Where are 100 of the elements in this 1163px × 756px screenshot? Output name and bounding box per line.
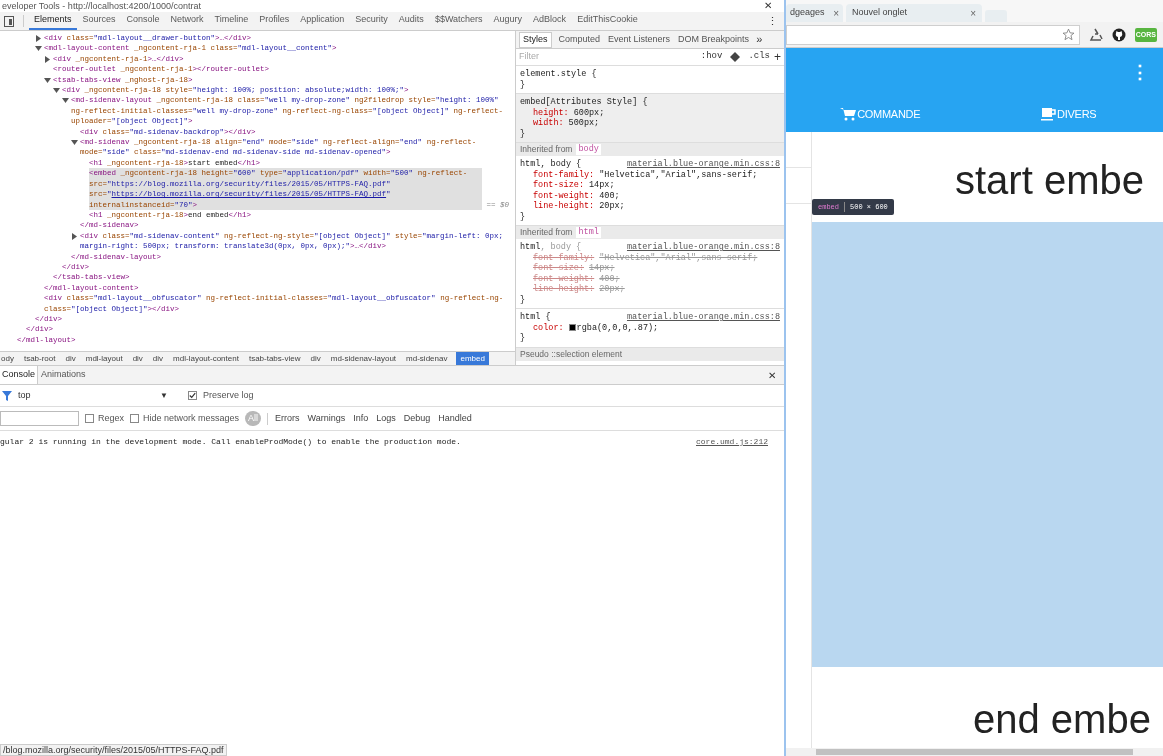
devtools-tab[interactable]: Elements — [29, 12, 77, 30]
css-brace: } — [520, 79, 527, 90]
checkmark-icon — [189, 391, 196, 400]
css-property-value[interactable]: rgba(0,0,0,.87); — [576, 322, 659, 333]
browser-tab[interactable]: Nouvel onglet × — [846, 4, 982, 22]
devtools-tab[interactable]: $$Watchers — [429, 12, 488, 30]
tab-title: dgeages — [790, 6, 825, 20]
breadcrumb[interactable]: md-sidenav-layout — [329, 352, 398, 365]
css-property-name[interactable]: font-weight: — [533, 190, 595, 201]
recycle-icon[interactable] — [1088, 27, 1103, 42]
breadcrumb[interactable]: md-sidenav — [405, 352, 449, 365]
devtools-tab[interactable]: Timeline — [209, 12, 254, 30]
devtools-tab[interactable]: Security — [350, 12, 393, 30]
disclosure-triangle-icon[interactable] — [71, 232, 78, 240]
css-brace: } — [520, 294, 527, 305]
filter-icon[interactable] — [2, 390, 12, 401]
css-property-value[interactable]: "Helvetica","Arial",sans-serif; — [599, 169, 758, 180]
log-level-filter[interactable]: Warnings — [306, 411, 347, 426]
css-property-name[interactable]: color: — [533, 322, 564, 333]
disclosure-triangle-icon[interactable] — [53, 87, 60, 95]
checkbox[interactable] — [85, 414, 94, 423]
devtools-tab[interactable]: AdBlock — [528, 12, 572, 30]
color-swatch[interactable] — [568, 324, 576, 332]
breadcrumb[interactable]: mdl-layout-content — [172, 352, 240, 365]
log-level-filter[interactable]: Logs — [375, 411, 397, 426]
styles-tab[interactable]: Event Listeners — [607, 31, 672, 48]
source-link[interactable]: material.blue-orange.min.css:8 — [626, 312, 780, 323]
checkbox-label: Regex — [98, 411, 124, 425]
breadcrumb[interactable]: div — [64, 352, 77, 365]
devtools-tab[interactable]: Network — [165, 12, 209, 30]
drawer-tab[interactable]: Animations — [38, 366, 89, 384]
devtools-tab[interactable]: Console — [121, 12, 165, 30]
styles-tab[interactable]: Styles — [519, 31, 552, 48]
inherited-element-tag[interactable]: body — [576, 144, 601, 155]
css-property-value[interactable]: 400; — [599, 190, 620, 201]
css-property-name[interactable]: font-family: — [533, 169, 595, 180]
inherited-element-tag[interactable]: html — [576, 227, 601, 238]
add-rule-button[interactable]: + — [774, 51, 781, 63]
styles-tab[interactable]: DOM Breakpoints — [677, 31, 751, 48]
css-property-name[interactable]: line-height: — [533, 201, 595, 212]
more-menu-button[interactable]: ⋮ — [761, 12, 784, 30]
device-toolbar-icon[interactable] — [4, 15, 14, 27]
diamond-icon[interactable] — [730, 52, 741, 62]
styles-tab[interactable]: Computed — [557, 31, 602, 48]
disclosure-triangle-icon[interactable] — [44, 55, 51, 63]
breadcrumb[interactable]: ody — [0, 352, 15, 365]
disclosure-triangle-icon[interactable] — [35, 45, 42, 53]
breadcrumb[interactable]: tsab-tabs-view — [247, 352, 302, 365]
css-property-name[interactable]: font-size: — [533, 180, 584, 191]
source-link[interactable]: material.blue-orange.min.css:8 — [626, 242, 780, 253]
class-toggle[interactable]: .cls — [748, 50, 770, 64]
css-property-name[interactable]: height: — [533, 107, 569, 118]
disclosure-triangle-icon[interactable] — [62, 97, 69, 105]
source-link[interactable]: material.blue-orange.min.css:8 — [626, 159, 780, 170]
css-property-value[interactable]: 600px; — [573, 107, 605, 118]
devtools-tab[interactable]: EditThisCookie — [572, 12, 643, 30]
tab-title: Nouvel onglet — [852, 6, 908, 20]
close-button[interactable]: ✕ — [760, 367, 784, 383]
log-level-filter[interactable]: Handled — [437, 411, 473, 426]
disclosure-triangle-icon[interactable] — [35, 35, 42, 42]
horizontal-scrollbar[interactable] — [786, 748, 1163, 756]
page-heading: start embe — [954, 158, 1145, 202]
star-icon[interactable] — [1061, 28, 1075, 41]
breadcrumb[interactable]: embed — [456, 352, 489, 365]
tab-close-button[interactable]: × — [833, 5, 839, 21]
filter-field[interactable]: Filter — [519, 50, 697, 64]
css-property-value[interactable]: 14px; — [589, 180, 615, 191]
breadcrumb[interactable]: mdl-layout — [84, 352, 124, 365]
more-tabs-button[interactable]: » — [756, 31, 763, 48]
css-property-value[interactable]: 20px; — [599, 201, 625, 212]
breadcrumb[interactable]: tsab-root — [22, 352, 57, 365]
checkbox[interactable] — [130, 414, 139, 423]
devtools-tab[interactable]: Application — [295, 12, 350, 30]
devtools-tab[interactable]: Profiles — [254, 12, 295, 30]
disclosure-triangle-icon[interactable] — [44, 76, 51, 84]
devtools-tab[interactable]: Augury — [488, 12, 528, 30]
log-level-filter[interactable]: Info — [352, 411, 370, 426]
browser-tab[interactable]: dgeages × — [786, 4, 843, 22]
hover-state-toggle[interactable]: :hov — [700, 50, 723, 64]
source-link[interactable]: core.umd.js:212 — [696, 435, 768, 448]
css-property-value[interactable]: 500px; — [568, 118, 600, 129]
devtools-tab[interactable]: Audits — [393, 12, 429, 30]
close-button[interactable]: ✕ — [764, 1, 772, 11]
log-level-filter[interactable]: Debug — [402, 411, 432, 426]
tab-close-button[interactable]: × — [970, 5, 976, 21]
cat-silhouette-icon[interactable] — [1111, 27, 1126, 42]
css-selector: html, body { — [520, 242, 582, 253]
console-filter-field[interactable] — [0, 411, 79, 426]
drawer-tab[interactable]: Console — [0, 366, 39, 384]
breadcrumb[interactable]: div — [131, 352, 144, 365]
log-level-filter[interactable]: Errors — [274, 411, 301, 426]
address-field[interactable] — [786, 24, 1080, 45]
disclosure-triangle-icon[interactable] — [71, 139, 78, 147]
breadcrumb[interactable]: div — [151, 352, 165, 365]
dropdown-caret: ▼ — [160, 389, 168, 402]
devtools-tab[interactable]: Sources — [77, 12, 121, 30]
css-property-name[interactable]: width: — [533, 118, 564, 129]
breadcrumb[interactable]: div — [309, 352, 322, 365]
context-dropdown[interactable]: top ▼ — [18, 388, 168, 403]
checkbox[interactable] — [188, 391, 197, 400]
